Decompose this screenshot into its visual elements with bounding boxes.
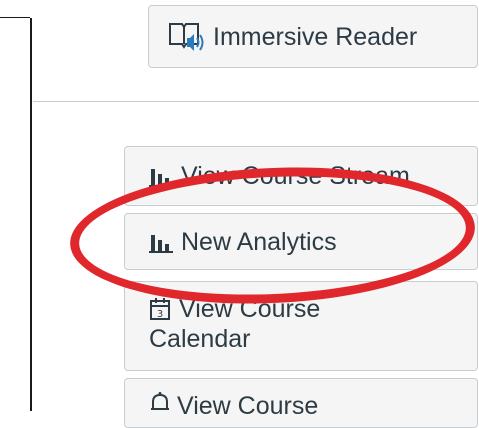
view-course-stream-label: View Course Stream bbox=[181, 162, 410, 190]
bell-icon bbox=[149, 391, 171, 415]
immersive-reader-label: Immersive Reader bbox=[213, 22, 418, 51]
view-course-calendar-button[interactable]: 3 View Course Calendar bbox=[124, 281, 478, 371]
view-course-calendar-label-line1: View Course bbox=[179, 295, 321, 323]
view-course-stream-button[interactable]: View Course Stream bbox=[124, 146, 478, 206]
view-course-calendar-label-line2: Calendar bbox=[149, 325, 251, 353]
immersive-reader-button[interactable]: Immersive Reader bbox=[148, 5, 478, 68]
view-course-notifications-label: View Course bbox=[177, 392, 319, 420]
analytics-bar-icon bbox=[149, 165, 175, 187]
analytics-bar-icon bbox=[149, 231, 175, 253]
section-divider bbox=[33, 101, 479, 102]
immersive-reader-icon bbox=[167, 20, 207, 54]
frame-edge-left bbox=[0, 18, 32, 411]
new-analytics-button[interactable]: New Analytics bbox=[124, 213, 478, 270]
svg-text:3: 3 bbox=[157, 309, 163, 320]
calendar-icon: 3 bbox=[149, 297, 173, 321]
new-analytics-label: New Analytics bbox=[181, 227, 337, 256]
view-course-notifications-button[interactable]: View Course bbox=[124, 378, 478, 428]
